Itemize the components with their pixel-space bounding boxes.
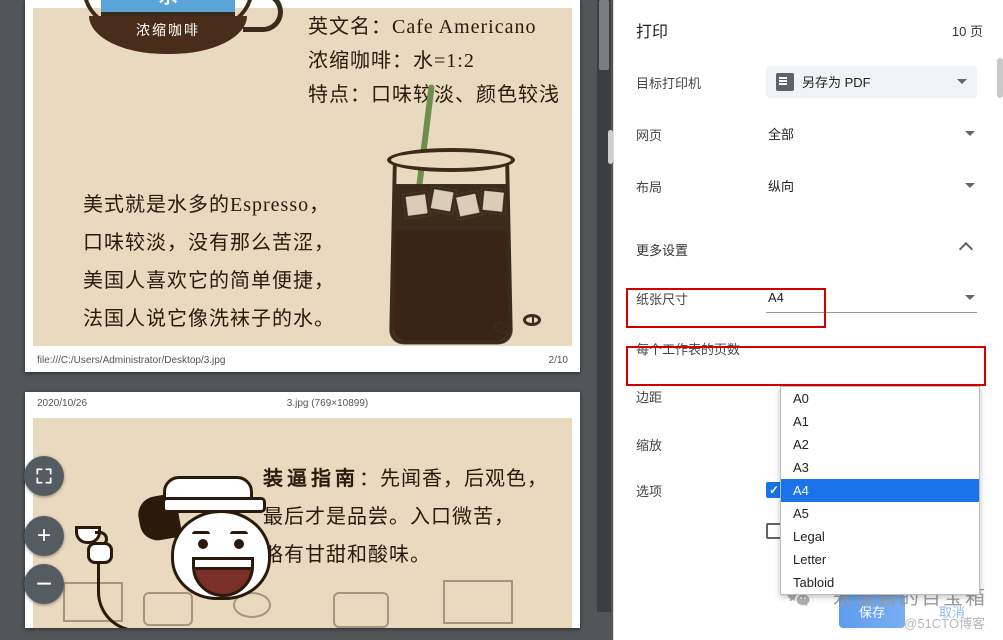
coffee-cup-diagram: 水 浓缩咖啡 (83, 0, 253, 88)
row-pages: 网页 全部 (614, 108, 997, 160)
coffee-bean-icon (523, 314, 541, 326)
cup-espresso-label: 浓缩咖啡 (89, 16, 247, 54)
spec-feature: 特点：口味较淡、颜色较浅 (308, 78, 560, 107)
page1-footer-path: file:///C:/Users/Administrator/Desktop/3… (37, 355, 225, 366)
paper-option-legal[interactable]: Legal (781, 525, 979, 548)
paper-option-letter[interactable]: Letter (781, 548, 979, 571)
label-scale: 缩放 (636, 435, 766, 454)
paper-option-a1[interactable]: A1 (781, 410, 979, 433)
zoom-out-button[interactable]: − (24, 564, 64, 604)
paper-option-a3[interactable]: A3 (781, 456, 979, 479)
print-title: 打印 (636, 18, 668, 42)
cancel-button[interactable]: 取消 (919, 594, 985, 628)
page1-body: 美式就是水多的Espresso， 口味较淡，没有那么苦涩， 美国人喜欢它的简单便… (83, 186, 335, 338)
paper-option-tabloid[interactable]: Tabloid (781, 571, 979, 594)
label-pages-per-sheet: 每个工作表的页数 (636, 339, 766, 358)
spec-ratio: 浓缩咖啡：水=1:2 (308, 44, 475, 73)
page2-header-date: 2020/10/26 (37, 398, 87, 409)
background-doodles (33, 568, 572, 628)
paper-option-a0[interactable]: A0 (781, 387, 979, 410)
spec-name: 英文名：Cafe Americano (308, 10, 537, 39)
paper-size-select[interactable]: A4 (766, 283, 977, 313)
zoom-in-button[interactable]: + (24, 516, 64, 556)
destination-select[interactable]: 另存为 PDF (766, 66, 977, 98)
print-page-count: 10 页 (952, 21, 983, 40)
paper-option-a5[interactable]: A5 (781, 502, 979, 525)
label-destination: 目标打印机 (636, 73, 766, 92)
pages-select[interactable]: 全部 (766, 119, 977, 149)
label-layout: 布局 (636, 177, 766, 196)
row-destination: 目标打印机 另存为 PDF (614, 56, 997, 108)
save-button[interactable]: 保存 (839, 594, 905, 628)
fit-to-page-button[interactable] (24, 456, 64, 496)
preview-vertical-scrollbar[interactable] (597, 0, 611, 612)
preview-page-1: 水 浓缩咖啡 英文名：Cafe Americano 浓缩咖啡：水=1:2 特点：… (25, 0, 580, 372)
page2-header-file: 3.jpg (769×10899) (287, 398, 368, 409)
iced-coffee-illustration (381, 118, 521, 348)
print-preview-pane: 水 浓缩咖啡 英文名：Cafe Americano 浓缩咖啡：水=1:2 特点：… (0, 0, 613, 640)
label-pages: 网页 (636, 125, 766, 144)
print-settings-panel: 打印 10 页 目标打印机 另存为 PDF 网页 全部 (613, 0, 1003, 640)
label-more-settings: 更多设置 (636, 240, 688, 259)
chevron-down-icon (957, 79, 967, 84)
row-pages-per-sheet: 每个工作表的页数 (614, 324, 997, 372)
page1-footer-pagenum: 2/10 (549, 355, 568, 366)
chevron-down-icon (965, 183, 975, 188)
paper-option-a2[interactable]: A2 (781, 433, 979, 456)
layout-select[interactable]: 纵向 (766, 171, 977, 201)
row-paper-size: 纸张尺寸 A4 (614, 272, 997, 324)
chevron-down-icon (965, 131, 975, 136)
preview-page-2: 2020/10/26 3.jpg (769×10899) 装逼指南：先闻香，后观… (25, 392, 580, 628)
label-paper-size: 纸张尺寸 (636, 289, 766, 308)
chevron-up-icon (959, 242, 973, 256)
chevron-down-icon (965, 295, 975, 300)
label-options: 选项 (636, 481, 766, 500)
row-layout: 布局 纵向 (614, 160, 997, 212)
label-margin: 边距 (636, 387, 766, 406)
paper-option-a4[interactable]: A4 (781, 479, 979, 502)
settings-scrollbar[interactable] (997, 58, 1003, 576)
more-settings-toggle[interactable]: 更多设置 (614, 226, 997, 272)
pdf-icon (776, 73, 794, 91)
paper-size-dropdown[interactable]: A0A1A2A3A4A5LegalLetterTabloid (780, 386, 980, 595)
